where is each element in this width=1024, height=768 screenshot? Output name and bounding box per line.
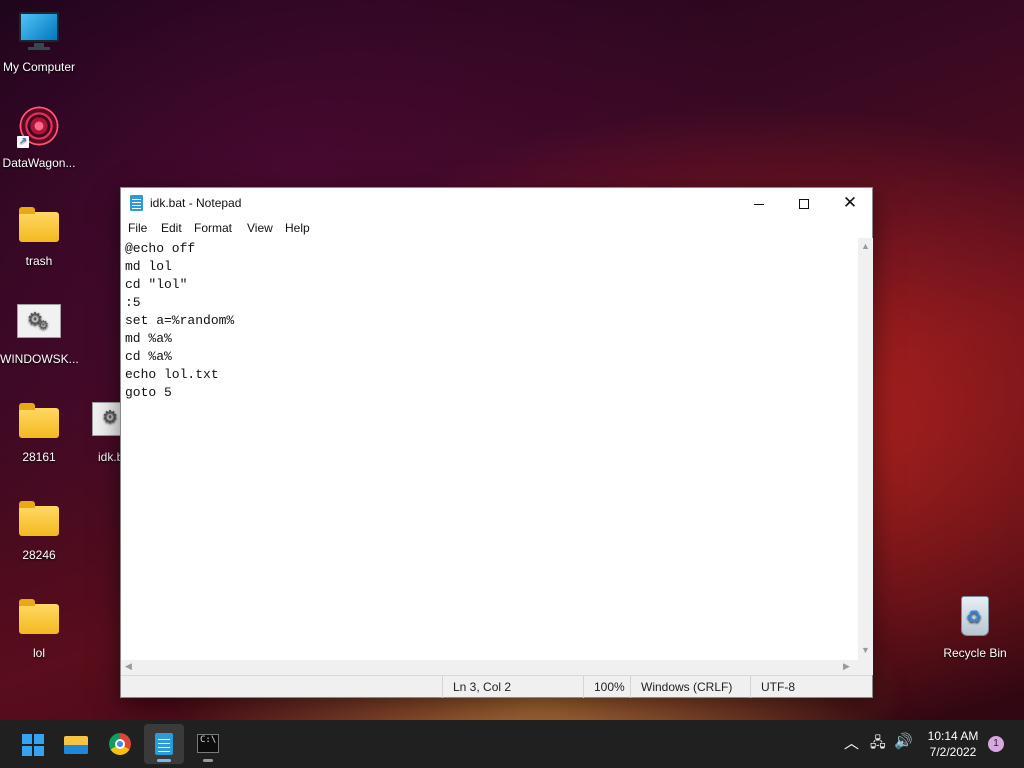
menu-bar: File Edit Format View Help: [121, 218, 872, 238]
editor-line: set a=%random%: [125, 313, 235, 328]
folder-icon: [17, 498, 61, 542]
notepad-icon: [155, 733, 173, 755]
maximize-button[interactable]: [781, 188, 827, 218]
desktop-icon-recycle-bin[interactable]: ♻ Recycle Bin: [936, 596, 1014, 660]
status-cursor-position: Ln 3, Col 2: [442, 676, 583, 698]
monitor-icon: [17, 10, 61, 54]
desktop-icon-lol[interactable]: lol: [0, 596, 78, 660]
desktop-icon-label: WINDOWSK...: [0, 352, 78, 366]
minimize-icon: [754, 203, 764, 205]
desktop-icon-label: My Computer: [2, 60, 76, 74]
editor-line: cd "lol": [125, 277, 188, 292]
desktop-icon-label: 28246: [22, 548, 56, 562]
taskbar-notepad[interactable]: [144, 724, 184, 764]
notification-badge[interactable]: 1: [988, 736, 1004, 752]
desktop-icon-my-computer[interactable]: My Computer: [0, 10, 78, 74]
shortcut-arrow-icon: ↗: [17, 136, 29, 148]
menu-file[interactable]: File: [128, 221, 147, 235]
scroll-left-icon[interactable]: ◀: [125, 661, 132, 672]
folder-icon: [17, 204, 61, 248]
taskbar-chrome[interactable]: [100, 724, 140, 764]
app-shortcut-icon: ↗: [17, 106, 61, 150]
menu-format[interactable]: Format: [194, 221, 232, 235]
command-prompt-icon: C:\: [197, 734, 219, 753]
active-indicator: [157, 759, 171, 762]
chrome-icon: [109, 733, 131, 755]
editor-line: cd %a%: [125, 349, 172, 364]
desktop-icon-label: lol: [32, 646, 45, 660]
desktop-icon-datawagon[interactable]: ↗ DataWagon...: [0, 106, 78, 170]
running-indicator: [203, 759, 213, 762]
desktop-icon-28161[interactable]: 28161: [0, 400, 78, 464]
start-icon: [22, 734, 44, 756]
menu-help[interactable]: Help: [285, 221, 310, 235]
text-editor[interactable]: @echo off md lol cd "lol" :5 set a=%rand…: [121, 238, 858, 660]
batch-file-icon: ⚙ ⚙: [17, 302, 61, 346]
maximize-icon: [799, 199, 809, 210]
editor-line: md lol: [125, 259, 172, 274]
clock-date: 7/2/2022: [929, 745, 977, 759]
scroll-down-icon[interactable]: ▼: [858, 645, 873, 655]
title-bar[interactable]: idk.bat - Notepad ✕: [121, 188, 872, 218]
clock-time: 10:14 AM: [927, 729, 979, 743]
menu-view[interactable]: View: [247, 221, 273, 235]
network-icon[interactable]: 🖧: [870, 732, 886, 756]
close-icon: ✕: [842, 193, 858, 212]
status-zoom: 100%: [583, 676, 630, 698]
desktop-icon-windowsk[interactable]: ⚙ ⚙ WINDOWSK...: [0, 302, 78, 366]
notepad-icon: [130, 195, 143, 211]
file-explorer-icon: [64, 736, 88, 754]
horizontal-scrollbar[interactable]: ◀ ▶: [121, 660, 858, 675]
folder-icon: [17, 400, 61, 444]
desktop-icon-trash[interactable]: trash: [0, 204, 78, 268]
clock[interactable]: 10:14 AM 7/2/2022: [918, 728, 988, 760]
chevron-up-icon[interactable]: ︿: [844, 732, 859, 753]
editor-line: @echo off: [125, 241, 196, 256]
folder-icon: [17, 596, 61, 640]
vertical-scrollbar[interactable]: ▲ ▼: [858, 238, 873, 660]
status-bar: Ln 3, Col 2 100% Windows (CRLF) UTF-8: [121, 675, 872, 698]
desktop-icon-28246[interactable]: 28246: [0, 498, 78, 562]
editor-line: echo lol.txt: [125, 367, 219, 382]
minimize-button[interactable]: [736, 188, 782, 218]
taskbar: C:\ ︿ 🖧 🔊 10:14 AM 7/2/2022 1: [0, 720, 1024, 768]
desktop-icon-label: idk.b: [98, 450, 122, 464]
notepad-window[interactable]: idk.bat - Notepad ✕ File Edit Format Vie…: [120, 187, 873, 698]
editor-line: :5: [125, 295, 141, 310]
editor-line: goto 5: [125, 385, 172, 400]
desktop-icon-label: 28161: [22, 450, 56, 464]
batch-file-icon: ⚙: [92, 400, 122, 444]
desktop-icon-label: DataWagon...: [2, 156, 76, 170]
window-title: idk.bat - Notepad: [150, 196, 242, 210]
desktop-icon-label: Recycle Bin: [943, 646, 1007, 660]
status-encoding: UTF-8: [750, 676, 858, 698]
scroll-up-icon[interactable]: ▲: [858, 241, 873, 251]
desktop-icon-idk-bat[interactable]: ⚙ idk.b: [92, 400, 122, 464]
status-line-ending: Windows (CRLF): [630, 676, 750, 698]
close-button[interactable]: ✕: [827, 188, 873, 218]
taskbar-file-explorer[interactable]: [56, 724, 96, 764]
start-button[interactable]: [12, 724, 52, 764]
taskbar-command-prompt[interactable]: C:\: [188, 724, 228, 764]
scroll-right-icon[interactable]: ▶: [843, 661, 850, 672]
menu-edit[interactable]: Edit: [161, 221, 182, 235]
volume-icon[interactable]: 🔊: [894, 732, 913, 750]
desktop-icon-label: trash: [25, 254, 53, 268]
recycle-bin-icon: ♻: [953, 596, 997, 640]
scrollbar-corner: [858, 660, 873, 675]
editor-line: md %a%: [125, 331, 172, 346]
